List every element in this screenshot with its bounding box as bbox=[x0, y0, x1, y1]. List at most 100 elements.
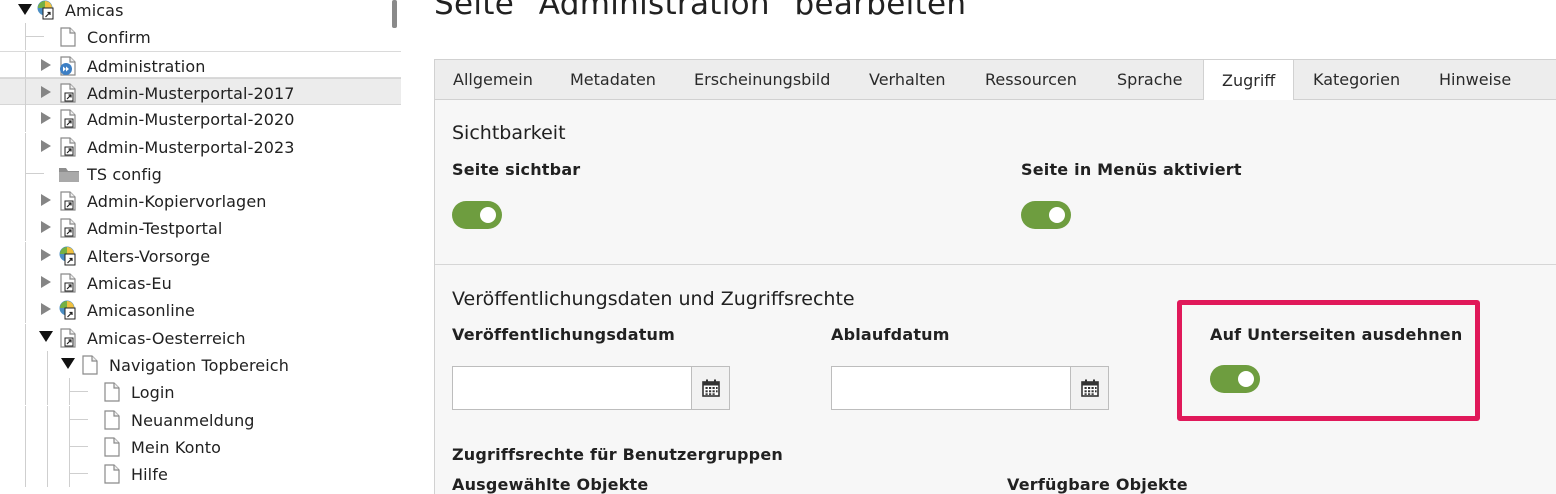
expand-toggle-icon[interactable] bbox=[40, 275, 52, 289]
triangle-down-icon bbox=[18, 3, 32, 15]
tree-node[interactable]: Neuanmeldung bbox=[0, 405, 401, 433]
page-shortcut-icon bbox=[59, 83, 77, 103]
tab-metadaten[interactable]: Metadaten bbox=[552, 59, 674, 100]
page-icon bbox=[103, 409, 121, 430]
tree-node-label: Admin-Testportal bbox=[87, 219, 223, 239]
page-icon bbox=[103, 464, 121, 484]
menu-enabled-label: Seite in Menüs aktiviert bbox=[1021, 160, 1242, 179]
triangle-right-icon bbox=[41, 139, 51, 152]
expand-toggle-icon[interactable] bbox=[40, 248, 52, 262]
tree-node[interactable]: Admin-Musterportal-2023 bbox=[0, 132, 401, 160]
folder-icon bbox=[59, 164, 79, 184]
page-shortcut-icon bbox=[59, 327, 77, 348]
tree-node-label: Amicas-Eu bbox=[87, 274, 172, 293]
tree-node[interactable]: Alters-Vorsorge bbox=[0, 241, 401, 269]
tree-node-label: Admin-Kopiervorlagen bbox=[87, 192, 267, 212]
tree-node-label: Login bbox=[131, 383, 175, 403]
tree-node[interactable]: Mein Konto bbox=[0, 432, 401, 460]
tree-line bbox=[70, 391, 88, 393]
tree-line bbox=[25, 241, 26, 269]
expand-toggle-icon[interactable] bbox=[40, 302, 52, 316]
tree-node[interactable]: Amicas-Oesterreich bbox=[0, 323, 401, 351]
page-globe-shortcut-icon bbox=[59, 300, 77, 320]
menu-enabled-toggle[interactable] bbox=[1021, 201, 1071, 229]
page-shortcut-icon bbox=[59, 109, 77, 129]
collapse-toggle-icon[interactable] bbox=[39, 330, 53, 344]
tree-line bbox=[47, 378, 48, 406]
tab-sprache[interactable]: Sprache bbox=[1099, 59, 1200, 100]
tree-node[interactable]: Amicas bbox=[0, 0, 401, 23]
tree-node-label: Navigation Topbereich bbox=[109, 355, 289, 375]
publish-date-calendar-button[interactable] bbox=[691, 367, 729, 409]
tab-bar: Allgemein Metadaten Erscheinungsbild Ver… bbox=[434, 59, 1556, 101]
expiry-date-calendar-button[interactable] bbox=[1070, 367, 1108, 409]
tab-allgemein[interactable]: Allgemein bbox=[435, 59, 551, 100]
expand-toggle-icon[interactable] bbox=[40, 220, 52, 234]
tree-node[interactable]: Login bbox=[0, 378, 401, 406]
tree-line bbox=[25, 405, 26, 433]
expand-toggle-icon[interactable] bbox=[40, 193, 52, 207]
tree-line bbox=[47, 432, 48, 460]
tree-line bbox=[47, 460, 48, 488]
tree-node[interactable]: Hilfe bbox=[0, 460, 401, 488]
tree-line bbox=[25, 269, 26, 296]
triangle-right-icon bbox=[41, 85, 51, 98]
collapse-toggle-icon[interactable] bbox=[18, 2, 32, 16]
section-divider bbox=[435, 264, 1556, 265]
page-icon bbox=[103, 382, 121, 402]
tree-node[interactable]: Admin-Musterportal-2017 bbox=[0, 77, 401, 106]
publish-date-label: Veröffentlichungsdatum bbox=[452, 325, 676, 344]
tree-line bbox=[47, 405, 48, 433]
expand-toggle-icon[interactable] bbox=[40, 111, 52, 125]
page-icon bbox=[103, 437, 121, 457]
access-groups-label: Zugriffsrechte für Benutzergruppen bbox=[452, 445, 783, 464]
page-icon bbox=[59, 27, 77, 47]
expand-toggle-icon[interactable] bbox=[40, 58, 52, 72]
triangle-right-icon bbox=[41, 303, 51, 316]
expiry-date-field bbox=[831, 366, 1109, 410]
page-globe-shortcut-icon bbox=[37, 0, 55, 20]
section-title-visibility: Sichtbarkeit bbox=[452, 122, 566, 144]
calendar-icon bbox=[1080, 379, 1099, 397]
toggle-knob bbox=[480, 207, 496, 223]
tree-node-label: Mein Konto bbox=[131, 437, 222, 457]
page-shortcut-icon bbox=[59, 191, 77, 211]
triangle-right-icon bbox=[41, 194, 51, 207]
publish-date-input[interactable] bbox=[453, 367, 691, 409]
tree-node[interactable]: Administration bbox=[0, 50, 401, 79]
tab-hinweise[interactable]: Hinweise bbox=[1421, 59, 1529, 100]
page-visible-toggle[interactable] bbox=[452, 201, 502, 229]
available-items-label: Verfügbare Objekte bbox=[1007, 475, 1188, 494]
expand-toggle-icon[interactable] bbox=[40, 85, 52, 99]
tab-erscheinungsbild[interactable]: Erscheinungsbild bbox=[676, 59, 848, 100]
section-title-publishing: Veröffentlichungsdaten und Zugriffsrecht… bbox=[452, 288, 855, 310]
triangle-down-icon bbox=[39, 331, 53, 343]
tree-line bbox=[70, 418, 88, 420]
tree-node[interactable]: TS config bbox=[0, 159, 401, 187]
tab-kategorien[interactable]: Kategorien bbox=[1295, 59, 1418, 100]
tree-line bbox=[25, 78, 26, 106]
tree-line bbox=[25, 51, 26, 79]
triangle-right-icon bbox=[41, 58, 51, 71]
tab-ressourcen[interactable]: Ressourcen bbox=[967, 59, 1095, 100]
tree-node-label: Admin-Musterportal-2017 bbox=[87, 83, 295, 103]
tree-node[interactable]: Navigation Topbereich bbox=[0, 350, 401, 378]
expiry-date-input[interactable] bbox=[832, 367, 1070, 409]
tab-zugriff[interactable]: Zugriff bbox=[1203, 59, 1295, 101]
tree-node[interactable]: Admin-Musterportal-2020 bbox=[0, 105, 401, 133]
extend-to-subpages-toggle[interactable] bbox=[1210, 365, 1260, 393]
page-globe-shortcut-icon bbox=[59, 246, 77, 266]
page-title: Seite "Administration" bearbeiten bbox=[434, 0, 967, 22]
tree-node[interactable]: Admin-Testportal bbox=[0, 214, 401, 242]
tree-node[interactable]: Admin-Kopiervorlagen bbox=[0, 187, 401, 215]
tree-node[interactable]: Amicas-Eu bbox=[0, 269, 401, 296]
page-shortcut-icon bbox=[59, 136, 77, 157]
page-icon bbox=[81, 355, 99, 375]
expand-toggle-icon[interactable] bbox=[40, 139, 52, 153]
tab-verhalten[interactable]: Verhalten bbox=[851, 59, 964, 100]
collapse-toggle-icon[interactable] bbox=[61, 357, 75, 371]
toggle-knob bbox=[1049, 207, 1065, 223]
tree-node[interactable]: Confirm bbox=[0, 23, 401, 51]
tree-node[interactable]: Amicasonline bbox=[0, 296, 401, 324]
triangle-right-icon bbox=[41, 112, 51, 125]
